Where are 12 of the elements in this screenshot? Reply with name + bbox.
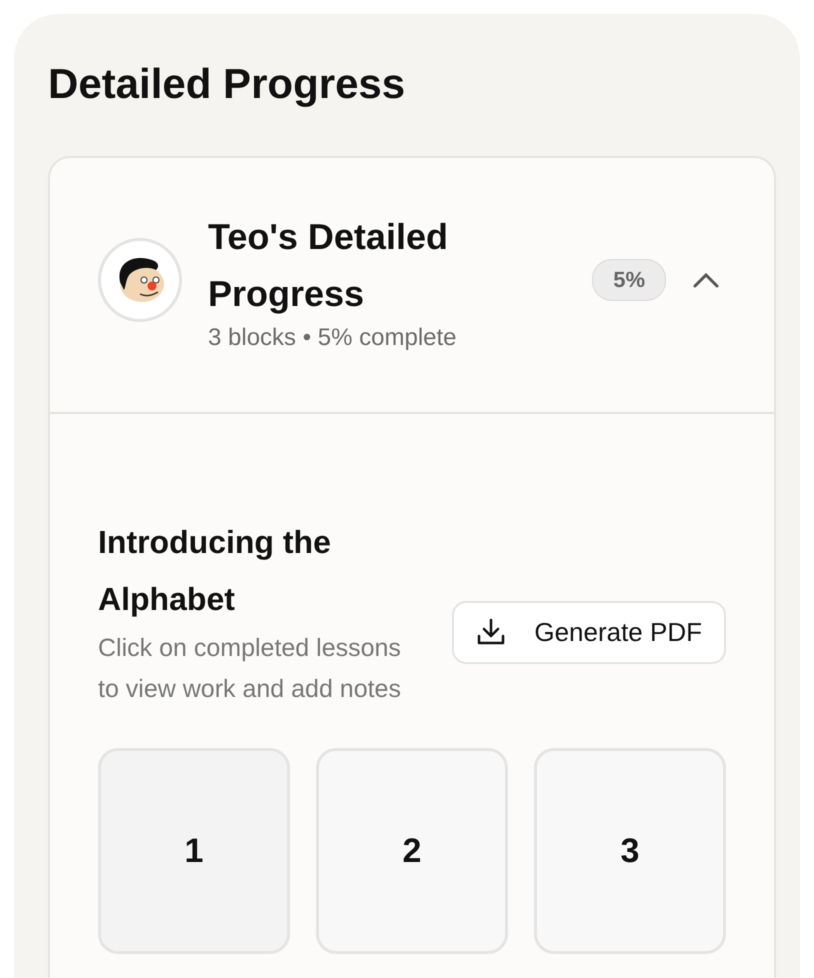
collapse-chevron-icon[interactable]: [692, 271, 720, 289]
lesson-tile[interactable]: 1: [98, 748, 290, 954]
generate-pdf-button[interactable]: Generate PDF: [452, 600, 726, 664]
percent-badge: 5%: [592, 259, 666, 301]
lesson-tile[interactable]: 2: [316, 748, 508, 954]
progress-summary: 3 blocks • 5% complete: [208, 324, 458, 352]
download-icon: [476, 618, 506, 646]
page-title: Detailed Progress: [48, 62, 406, 106]
student-progress-title: Teo's Detailed Progress: [208, 215, 449, 316]
lesson-tile[interactable]: 3: [534, 748, 726, 954]
block-title: Introducing the Alphabet: [98, 523, 332, 619]
block-description: Click on completed lessons to view work and add notes: [98, 633, 402, 705]
